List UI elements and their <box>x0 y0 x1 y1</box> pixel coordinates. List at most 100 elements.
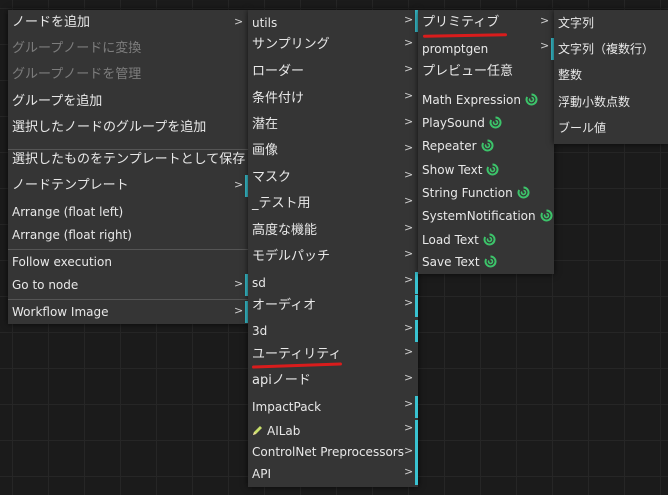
submenu-indicator <box>415 320 418 342</box>
green-loop-icon <box>489 116 502 129</box>
menu-item-model-patches[interactable]: モデルパッチ <box>248 246 418 268</box>
chevron-right-icon: > <box>404 345 414 358</box>
context-menu-add-node: utils > サンプリング > ローダー > 条件付け > 潜在 > 画像 >… <box>248 10 418 487</box>
chevron-right-icon: > <box>404 321 414 334</box>
menu-separator <box>8 249 248 250</box>
menu-item-manage-group-node: グループノードを管理 <box>12 67 142 82</box>
menu-item-testing[interactable]: _テスト用 <box>248 193 418 215</box>
menu-item-repeater[interactable]: Repeater <box>418 135 554 157</box>
menu-item-sd[interactable]: sd <box>248 272 418 294</box>
menu-item-conditioning[interactable]: 条件付け <box>248 88 418 110</box>
menu-item-save-text[interactable]: Save Text <box>418 251 554 273</box>
chevron-right-icon: > <box>404 89 414 102</box>
submenu-indicator <box>415 463 418 485</box>
menu-item-label: Show Text <box>422 163 483 177</box>
menu-item-arrange-right[interactable]: Arrange (float right) <box>8 224 248 246</box>
menu-item-boolean[interactable]: ブール値 <box>554 117 668 139</box>
chevron-right-icon: > <box>404 168 414 181</box>
menu-item-string-multiline[interactable]: 文字列（複数行） <box>554 38 668 60</box>
chevron-right-icon: > <box>404 194 414 207</box>
menu-item-show-text[interactable]: Show Text <box>418 159 554 181</box>
chevron-right-icon: > <box>234 304 244 317</box>
menu-item-api-nodes[interactable]: apiノード <box>248 370 418 392</box>
green-loop-icon <box>484 255 497 268</box>
menu-item-label: SystemNotification <box>422 209 536 223</box>
chevron-right-icon: > <box>404 397 414 410</box>
submenu-indicator <box>415 295 418 317</box>
menu-item-add-group-selected[interactable]: 選択したノードのグループを追加 <box>8 117 248 139</box>
menu-item-latent[interactable]: 潜在 <box>248 114 418 136</box>
menu-item-loaders[interactable]: ローダー <box>248 61 418 83</box>
menu-item-api[interactable]: API <box>248 463 418 485</box>
green-loop-icon <box>540 209 553 222</box>
menu-item-audio[interactable]: オーディオ <box>248 295 418 317</box>
menu-item-ailab[interactable]: AILab <box>248 420 418 442</box>
menu-item-add-node[interactable]: ノードを追加 <box>8 12 248 34</box>
green-loop-icon <box>525 93 538 106</box>
chevron-right-icon: > <box>404 444 414 457</box>
menu-item-string-function[interactable]: String Function <box>418 182 554 204</box>
chevron-right-icon: > <box>234 178 244 191</box>
chevron-right-icon: > <box>404 115 414 128</box>
chevron-right-icon: > <box>404 247 414 260</box>
menu-item-workflow-image[interactable]: Workflow Image <box>8 301 248 323</box>
menu-item-float[interactable]: 浮動小数点数 <box>554 91 668 113</box>
context-menu-main: ノードを追加 > グループノードに変換 グループノードを管理 グループを追加 選… <box>8 10 248 324</box>
menu-item-primitive[interactable]: プリミティブ <box>418 12 554 34</box>
chevron-right-icon: > <box>540 14 550 27</box>
menu-item-image[interactable]: 画像 <box>248 140 418 162</box>
context-menu-utils: プリミティブ > promptgen > プレビュー任意 Math Expres… <box>418 10 554 274</box>
chevron-right-icon: > <box>404 273 414 286</box>
pencil-icon <box>253 426 262 435</box>
menu-item-preview-any[interactable]: プレビュー任意 <box>418 61 554 83</box>
menu-item-utils[interactable]: utils <box>248 12 418 34</box>
menu-item-system-notification[interactable]: SystemNotification <box>418 205 554 227</box>
chevron-right-icon: > <box>404 371 414 384</box>
context-menu-primitive: 文字列 文字列（複数行） 整数 浮動小数点数 ブール値 <box>554 10 668 144</box>
submenu-indicator <box>415 420 418 442</box>
menu-item-3d[interactable]: 3d <box>248 320 418 342</box>
menu-item-mask[interactable]: マスク <box>248 167 418 189</box>
chevron-right-icon: > <box>404 13 414 26</box>
chevron-right-icon: > <box>234 15 244 28</box>
menu-item-ailab-label: AILab <box>267 424 301 438</box>
menu-item-follow-execution[interactable]: Follow execution <box>8 251 248 273</box>
submenu-indicator <box>415 441 418 463</box>
green-loop-icon <box>517 186 530 199</box>
menu-item-convert-group-node: グループノードに変換 <box>12 41 142 56</box>
menu-item-label: Load Text <box>422 233 479 247</box>
menu-item-arrange-left[interactable]: Arrange (float left) <box>8 201 248 223</box>
menu-item-label: Save Text <box>422 255 480 269</box>
menu-item-label: PlaySound <box>422 116 485 130</box>
menu-item-label: Repeater <box>422 139 477 153</box>
menu-item-impactpack[interactable]: ImpactPack <box>248 396 418 418</box>
menu-item-playsound[interactable]: PlaySound <box>418 112 554 134</box>
green-loop-icon <box>487 163 499 176</box>
menu-item-load-text[interactable]: Load Text <box>418 229 554 251</box>
menu-item-label: String Function <box>422 186 513 200</box>
submenu-indicator <box>415 396 418 418</box>
chevron-right-icon: > <box>404 36 414 49</box>
chevron-right-icon: > <box>404 141 414 154</box>
chevron-right-icon: > <box>404 296 414 309</box>
chevron-right-icon: > <box>404 465 414 478</box>
menu-item-controlnet-preprocessors[interactable]: ControlNet Preprocessors <box>248 441 418 463</box>
chevron-right-icon: > <box>540 39 550 52</box>
menu-item-label: Math Expression <box>422 93 521 107</box>
menu-item-go-to-node[interactable]: Go to node <box>8 274 248 296</box>
chevron-right-icon: > <box>234 277 244 290</box>
menu-item-math-expression[interactable]: Math Expression <box>418 89 554 111</box>
chevron-right-icon: > <box>404 421 414 434</box>
green-loop-icon <box>483 233 496 246</box>
menu-item-string[interactable]: 文字列 <box>554 12 668 34</box>
menu-item-node-templates[interactable]: ノードテンプレート <box>8 175 248 197</box>
submenu-indicator <box>415 272 418 294</box>
menu-item-save-template[interactable]: 選択したものをテンプレートとして保存 <box>8 149 248 171</box>
menu-item-add-group[interactable]: グループを追加 <box>8 91 248 113</box>
menu-item-advanced[interactable]: 高度な機能 <box>248 220 418 242</box>
menu-item-promptgen[interactable]: promptgen <box>418 38 554 60</box>
green-loop-icon <box>481 139 494 152</box>
menu-item-int[interactable]: 整数 <box>554 64 668 86</box>
chevron-right-icon: > <box>404 221 414 234</box>
menu-item-sampling[interactable]: サンプリング <box>248 34 418 56</box>
